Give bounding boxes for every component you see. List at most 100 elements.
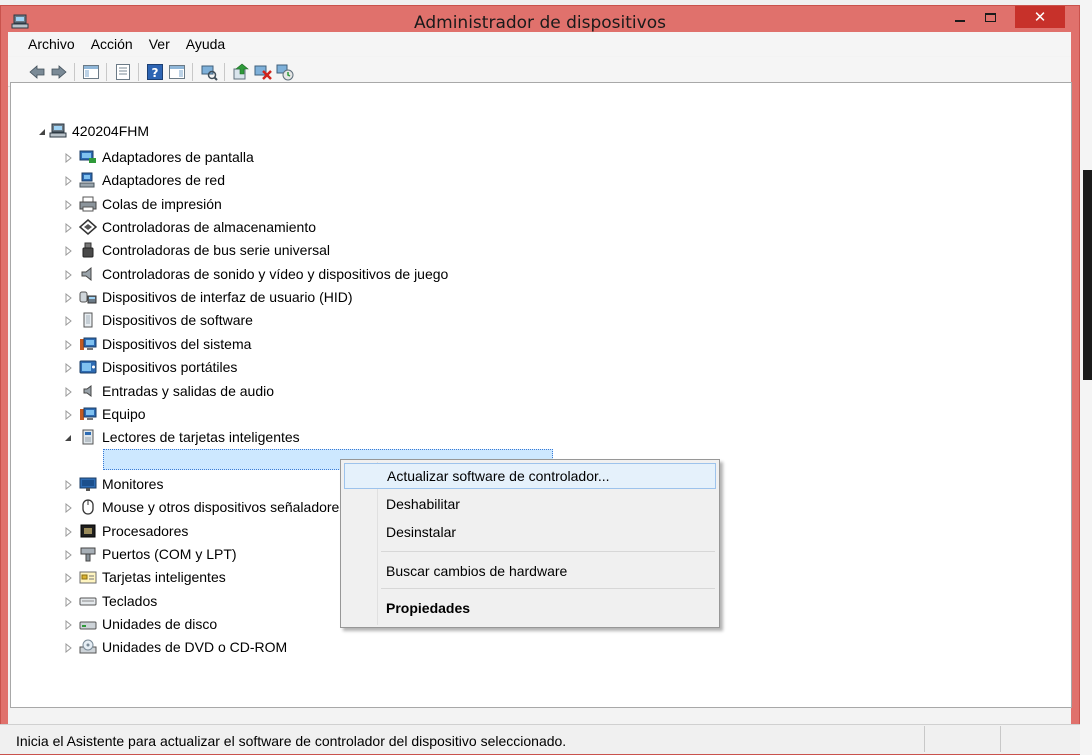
menu-accion[interactable]: Acción — [83, 36, 141, 52]
portable-device-icon — [79, 360, 97, 374]
status-bar-divider — [1000, 726, 1001, 752]
tree-category-label[interactable]: Mouse y otros dispositivos señaladores — [102, 499, 346, 515]
tree-category-label[interactable]: Entradas y salidas de audio — [102, 383, 274, 399]
tree-category-label[interactable]: Procesadores — [102, 523, 188, 539]
back-icon[interactable] — [28, 63, 46, 81]
expand-triangle-icon[interactable] — [63, 293, 73, 303]
expand-triangle-icon[interactable] — [63, 316, 73, 326]
menu-bar: Archivo Acción Ver Ayuda — [8, 32, 1071, 56]
expand-triangle-icon[interactable] — [63, 573, 73, 583]
expand-triangle-icon[interactable] — [63, 527, 73, 537]
display-adapter-icon — [79, 150, 96, 163]
tree-category-label[interactable]: Controladoras de sonido y vídeo y dispos… — [102, 266, 448, 282]
speaker-icon — [81, 266, 92, 282]
toolbar-separator — [138, 63, 139, 81]
monitor-icon — [79, 477, 97, 491]
expand-triangle-icon[interactable] — [63, 410, 73, 420]
context-menu: Actualizar software de controlador... De… — [340, 459, 720, 628]
port-icon — [80, 547, 96, 562]
status-bar-divider — [924, 726, 925, 752]
tree-category-label[interactable]: Dispositivos de interfaz de usuario (HID… — [102, 289, 353, 305]
forward-icon[interactable] — [50, 63, 68, 81]
scan-hardware-icon[interactable] — [200, 63, 218, 81]
tree-category-label[interactable]: Controladoras de almacenamiento — [102, 219, 316, 235]
tree-category-label[interactable]: Monitores — [102, 476, 163, 492]
toolbar-separator — [74, 63, 75, 81]
desktop-background-right — [1080, 0, 1092, 755]
tree-category-label[interactable]: Colas de impresión — [102, 196, 222, 212]
context-menu-separator — [381, 588, 715, 589]
expand-triangle-icon[interactable] — [63, 503, 73, 513]
expand-triangle-icon[interactable] — [63, 387, 73, 397]
maximize-icon — [984, 12, 996, 22]
status-text: Inicia el Asistente para actualizar el s… — [16, 733, 567, 749]
dvd-drive-icon — [79, 639, 97, 654]
context-menu-separator — [381, 551, 715, 552]
expand-triangle-icon[interactable] — [63, 597, 73, 607]
mouse-icon — [82, 499, 94, 515]
tree-category-label[interactable]: Adaptadores de pantalla — [102, 149, 254, 165]
svg-text:?: ? — [152, 66, 159, 80]
collapse-triangle-icon[interactable] — [37, 127, 47, 137]
expand-triangle-icon[interactable] — [63, 246, 73, 256]
expand-triangle-icon[interactable] — [63, 550, 73, 560]
context-menu-disable[interactable]: Deshabilitar — [344, 491, 716, 517]
context-menu-uninstall[interactable]: Desinstalar — [344, 519, 716, 545]
tree-category-label[interactable]: Tarjetas inteligentes — [102, 569, 226, 585]
context-menu-scan-hardware[interactable]: Buscar cambios de hardware — [344, 558, 716, 584]
expand-triangle-icon[interactable] — [63, 480, 73, 490]
add-legacy-hardware-icon[interactable] — [276, 63, 294, 81]
tree-category-label[interactable]: Unidades de DVD o CD-ROM — [102, 639, 287, 655]
tree-category-label[interactable]: Dispositivos de software — [102, 312, 253, 328]
show-hide-console-tree-icon[interactable] — [82, 63, 100, 81]
keyboard-icon — [79, 597, 97, 606]
expand-triangle-icon[interactable] — [63, 176, 73, 186]
menu-ver[interactable]: Ver — [141, 36, 178, 52]
tree-category-label[interactable]: Equipo — [102, 406, 146, 422]
collapse-triangle-icon[interactable] — [63, 433, 73, 443]
toolbar-separator — [106, 63, 107, 81]
expand-triangle-icon[interactable] — [63, 270, 73, 280]
computer-icon — [49, 123, 67, 138]
usb-icon — [82, 242, 94, 258]
tree-category-label[interactable]: Controladoras de bus serie universal — [102, 242, 330, 258]
expand-triangle-icon[interactable] — [63, 620, 73, 630]
printer-icon — [79, 196, 97, 212]
minimize-icon — [955, 20, 965, 22]
toolbar-separator — [224, 63, 225, 81]
expand-triangle-icon[interactable] — [63, 153, 73, 163]
help-icon[interactable]: ? — [146, 63, 164, 81]
tree-category-label[interactable]: Dispositivos portátiles — [102, 359, 237, 375]
toolbar-separator — [192, 63, 193, 81]
tree-category-label[interactable]: Unidades de disco — [102, 616, 217, 632]
expand-triangle-icon[interactable] — [63, 363, 73, 373]
tree-category-label[interactable]: Lectores de tarjetas inteligentes — [102, 429, 300, 445]
software-device-icon — [83, 312, 93, 328]
context-menu-properties[interactable]: Propiedades — [344, 595, 716, 621]
disk-drive-icon — [79, 621, 97, 630]
tree-root-label[interactable]: 420204FHM — [72, 123, 149, 139]
update-driver-icon[interactable] — [232, 63, 250, 81]
maximize-button[interactable] — [976, 6, 1004, 28]
audio-io-icon — [83, 385, 92, 397]
close-button[interactable]: ✕ — [1015, 6, 1065, 28]
tree-category-label[interactable]: Adaptadores de red — [102, 172, 225, 188]
network-adapter-icon — [79, 172, 95, 188]
window-title: Administrador de dispositivos — [414, 13, 666, 33]
action-pane-icon[interactable] — [168, 63, 186, 81]
tree-category-label[interactable]: Dispositivos del sistema — [102, 336, 251, 352]
menu-archivo[interactable]: Archivo — [8, 36, 83, 52]
expand-triangle-icon[interactable] — [63, 200, 73, 210]
expand-triangle-icon[interactable] — [63, 340, 73, 350]
close-icon: ✕ — [1033, 9, 1047, 26]
minimize-button[interactable] — [946, 6, 974, 28]
uninstall-icon[interactable] — [254, 63, 272, 81]
menu-ayuda[interactable]: Ayuda — [178, 36, 233, 52]
properties-icon[interactable] — [114, 63, 132, 81]
expand-triangle-icon[interactable] — [63, 643, 73, 653]
tree-category-label[interactable]: Puertos (COM y LPT) — [102, 546, 237, 562]
context-menu-update-driver[interactable]: Actualizar software de controlador... — [344, 463, 716, 489]
tree-category-label[interactable]: Teclados — [102, 593, 157, 609]
smart-card-reader-icon — [82, 429, 94, 445]
expand-triangle-icon[interactable] — [63, 223, 73, 233]
